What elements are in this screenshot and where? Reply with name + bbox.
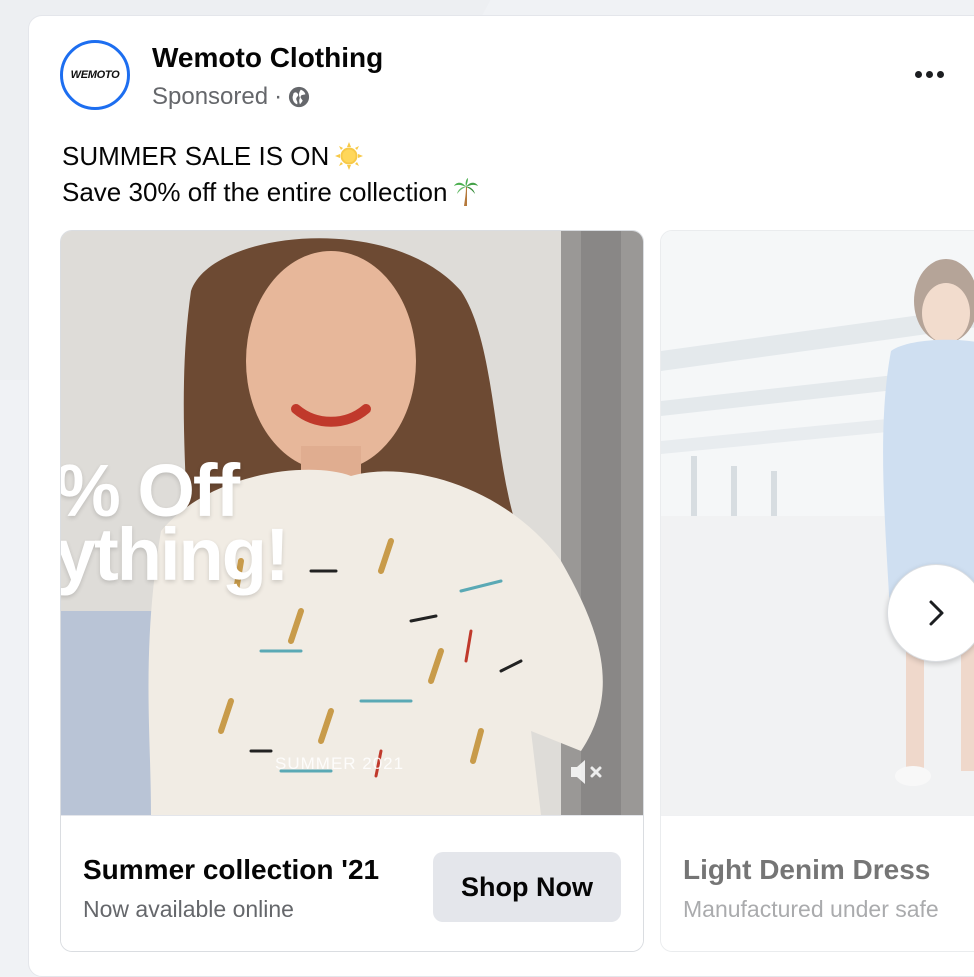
post-line-1-text: SUMMER SALE IS ON — [62, 141, 330, 171]
sun-icon — [335, 142, 364, 170]
page-avatar[interactable]: WEMOTO — [60, 40, 130, 110]
model-photo — [661, 231, 974, 815]
product-video[interactable]: % Off ything! SUMMER 2021 — [61, 231, 643, 815]
carousel-next-button[interactable] — [887, 564, 974, 662]
chevron-right-icon — [929, 600, 944, 626]
card-description: Now available online — [83, 896, 294, 922]
page-name-link[interactable]: Wemoto Clothing — [152, 42, 383, 74]
media-overlay-tag: SUMMER 2021 — [275, 754, 405, 773]
sponsored-post-card: WEMOTO Wemoto Clothing Sponsored · SUMME… — [28, 15, 974, 977]
post-line-2: Save 30% off the entire collection — [62, 174, 479, 210]
sponsored-label[interactable]: Sponsored — [152, 83, 268, 111]
more-options-dot — [914, 70, 922, 78]
mute-icon[interactable] — [567, 755, 607, 789]
shop-now-button[interactable]: Shop Now — [433, 852, 621, 922]
more-options-dot — [925, 70, 933, 78]
more-options-button[interactable] — [905, 56, 953, 92]
overlay-line-2: ything! — [61, 513, 290, 596]
post-meta: Sponsored · — [152, 83, 310, 111]
post-line-1: SUMMER SALE IS ON — [62, 138, 479, 174]
media-overlay-headline: % Off ything! — [61, 454, 290, 596]
card-headline[interactable]: Light Denim Dress — [683, 854, 930, 886]
palm-tree-icon — [454, 178, 479, 206]
carousel-card-summer-collection[interactable]: % Off ything! SUMMER 2021 Summer collect… — [60, 230, 644, 952]
card-footer: Light Denim Dress Manufactured under saf… — [661, 815, 974, 951]
post-line-2-text: Save 30% off the entire collection — [62, 177, 448, 207]
card-description: Manufactured under safe — [683, 896, 939, 922]
product-image[interactable] — [661, 231, 974, 815]
more-options-dot — [936, 70, 944, 78]
meta-separator: · — [274, 83, 283, 110]
logo-text: WEMOTO — [70, 69, 120, 81]
card-headline[interactable]: Summer collection '21 — [83, 854, 379, 886]
globe-icon[interactable] — [288, 86, 310, 108]
card-footer: Summer collection '21 Now available onli… — [61, 815, 643, 951]
post-text: SUMMER SALE IS ON Save 30% off the entir… — [62, 138, 479, 210]
